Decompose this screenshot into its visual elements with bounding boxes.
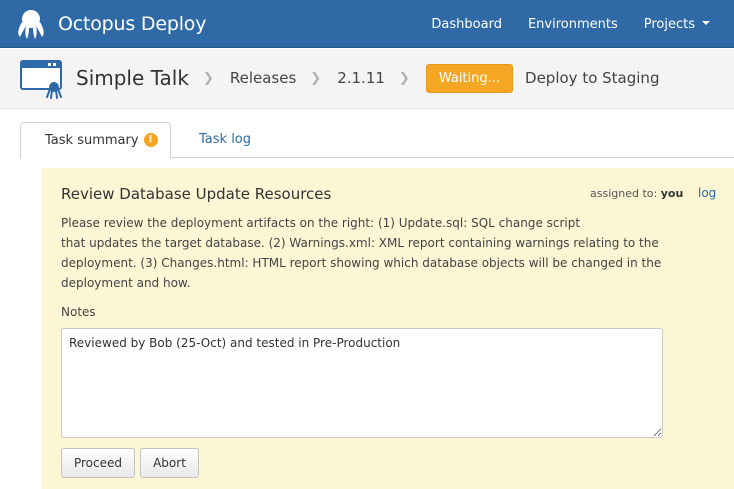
notes-label: Notes bbox=[61, 305, 96, 319]
tab-task-summary[interactable]: Task summary! bbox=[20, 122, 171, 159]
abort-button[interactable]: Abort bbox=[140, 448, 199, 478]
nav-projects-dropdown[interactable]: Projects bbox=[631, 0, 734, 48]
task-title: Review Database Update Resources bbox=[61, 185, 332, 203]
chevron-right-icon: ❯ bbox=[310, 70, 322, 86]
top-navbar: Octopus Deploy Dashboard Environments Pr… bbox=[0, 0, 734, 48]
project-window-octopus-icon bbox=[20, 60, 62, 99]
breadcrumb: Simple Talk ❯ Releases ❯ 2.1.11 ❯ Waitin… bbox=[76, 49, 659, 107]
breadcrumb-project[interactable]: Simple Talk bbox=[76, 66, 189, 90]
caret-down-icon bbox=[702, 20, 710, 25]
instructions-line: deployment. (3) Changes.html: HTML repor… bbox=[61, 256, 662, 270]
manual-intervention-panel: Review Database Update Resources assigne… bbox=[41, 168, 734, 489]
assigned-to-prefix: assigned to: bbox=[590, 187, 658, 200]
notes-textarea[interactable]: Reviewed by Bob (25-Oct) and tested in P… bbox=[61, 328, 663, 438]
task-tabs: Task summary! Task log bbox=[20, 122, 734, 159]
assigned-to: assigned to: you bbox=[590, 187, 683, 200]
breadcrumb-version[interactable]: 2.1.11 bbox=[337, 69, 385, 87]
octopus-logo-icon bbox=[18, 10, 44, 39]
nav-dashboard[interactable]: Dashboard bbox=[418, 0, 515, 48]
chevron-right-icon: ❯ bbox=[398, 70, 410, 86]
breadcrumb-deploy-action: Deploy to Staging bbox=[525, 69, 660, 87]
task-instructions: Please review the deployment artifacts o… bbox=[61, 213, 681, 293]
main-nav: Dashboard Environments Projects bbox=[418, 0, 734, 48]
nav-environments[interactable]: Environments bbox=[515, 0, 631, 48]
exclamation-badge-icon: ! bbox=[143, 132, 158, 147]
log-link[interactable]: log bbox=[698, 186, 716, 200]
page-header: Simple Talk ❯ Releases ❯ 2.1.11 ❯ Waitin… bbox=[0, 49, 734, 109]
instructions-line: that updates the target database. (2) Wa… bbox=[61, 236, 659, 250]
breadcrumb-releases[interactable]: Releases bbox=[230, 69, 296, 87]
instructions-line: Please review the deployment artifacts o… bbox=[61, 216, 581, 230]
tab-task-summary-label: Task summary bbox=[45, 133, 139, 148]
nav-projects-label: Projects bbox=[643, 17, 695, 32]
proceed-button[interactable]: Proceed bbox=[61, 448, 135, 478]
tab-task-log[interactable]: Task log bbox=[199, 122, 251, 158]
status-badge: Waiting... bbox=[425, 63, 514, 93]
assigned-to-user: you bbox=[660, 187, 684, 200]
app-title: Octopus Deploy bbox=[58, 13, 207, 35]
instructions-line: deployment and how. bbox=[61, 276, 191, 290]
chevron-right-icon: ❯ bbox=[202, 70, 214, 86]
brand[interactable]: Octopus Deploy bbox=[14, 7, 206, 41]
